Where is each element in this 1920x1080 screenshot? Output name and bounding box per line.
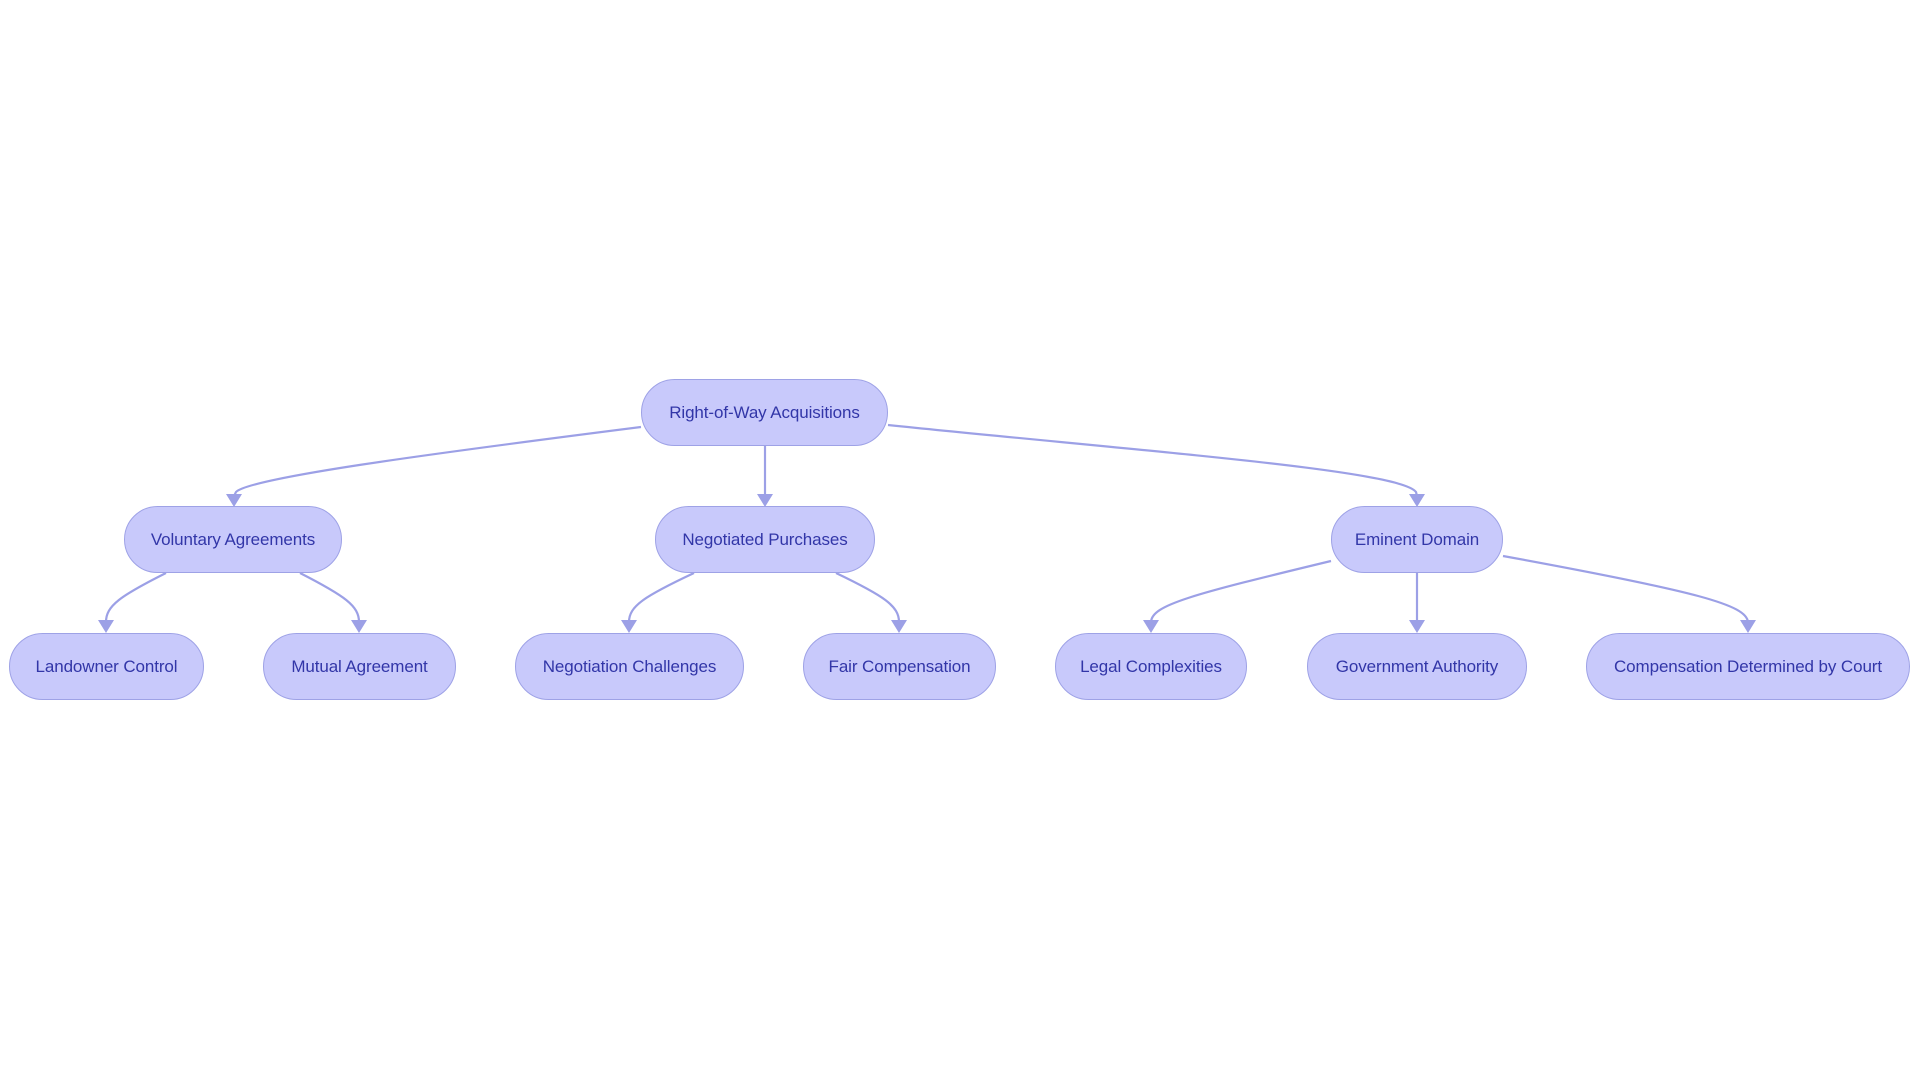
node-right-of-way-acquisitions[interactable]: Right-of-Way Acquisitions	[641, 379, 888, 446]
arrow-head-legal	[1143, 620, 1159, 633]
edge-voluntary-mutual	[299, 572, 361, 623]
node-label: Landowner Control	[35, 656, 178, 676]
node-label: Eminent Domain	[1354, 529, 1480, 549]
node-negotiation-challenges[interactable]: Negotiation Challenges	[515, 633, 744, 700]
edge-negotiated-challenges	[627, 572, 695, 623]
node-eminent-domain[interactable]: Eminent Domain	[1331, 506, 1503, 573]
node-label: Compensation Determined by Court	[1614, 656, 1882, 676]
node-compensation-determined-by-court[interactable]: Compensation Determined by Court	[1586, 633, 1910, 700]
node-label: Legal Complexities	[1080, 656, 1222, 676]
arrow-head-challenges	[621, 620, 637, 633]
edge-root-eminent	[887, 423, 1419, 497]
node-label: Negotiated Purchases	[682, 529, 848, 549]
node-mutual-agreement[interactable]: Mutual Agreement	[263, 633, 456, 700]
edge-negotiated-fair	[835, 572, 901, 623]
edge-root-voluntary	[233, 425, 642, 497]
arrow-head-mutual	[351, 620, 367, 633]
node-negotiated-purchases[interactable]: Negotiated Purchases	[655, 506, 875, 573]
node-label: Mutual Agreement	[291, 656, 428, 676]
edge-eminent-legal	[1149, 559, 1332, 623]
edge-eminent-court	[1502, 554, 1750, 623]
node-voluntary-agreements[interactable]: Voluntary Agreements	[124, 506, 342, 573]
node-label: Government Authority	[1335, 656, 1499, 676]
node-government-authority[interactable]: Government Authority	[1307, 633, 1527, 700]
node-label: Voluntary Agreements	[150, 529, 316, 549]
diagram-canvas: Right-of-Way Acquisitions Voluntary Agre…	[0, 0, 1920, 1080]
arrow-head-landowner	[98, 620, 114, 633]
arrow-head-government	[1409, 620, 1425, 633]
node-landowner-control[interactable]: Landowner Control	[9, 633, 204, 700]
node-legal-complexities[interactable]: Legal Complexities	[1055, 633, 1247, 700]
arrow-head-fair	[891, 620, 907, 633]
edge-voluntary-landowner	[104, 572, 167, 623]
node-fair-compensation[interactable]: Fair Compensation	[803, 633, 996, 700]
node-label: Fair Compensation	[828, 656, 971, 676]
node-label: Right-of-Way Acquisitions	[669, 402, 860, 422]
arrow-head-court	[1740, 620, 1756, 633]
node-label: Negotiation Challenges	[542, 656, 717, 676]
